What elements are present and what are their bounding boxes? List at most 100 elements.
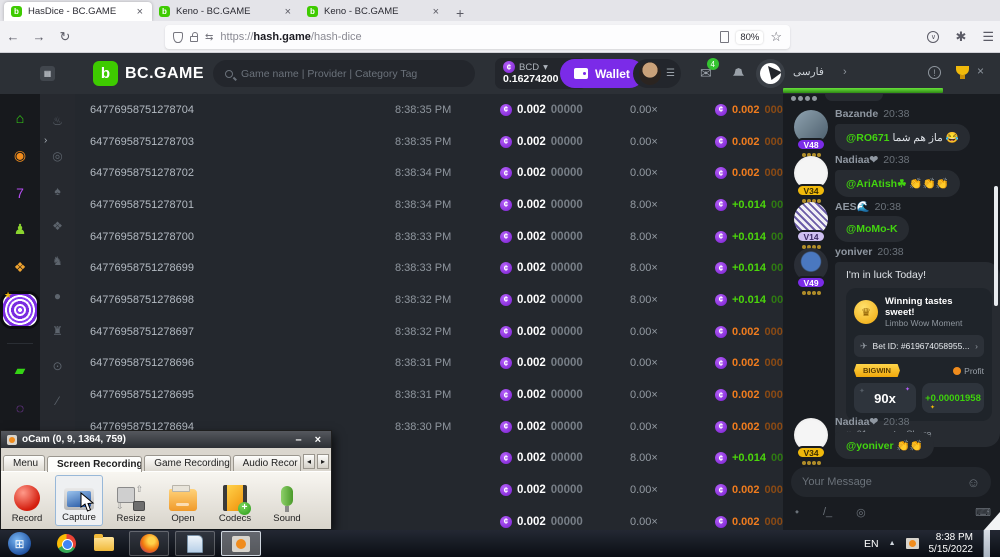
bet-id-pill[interactable]: ✈Bet ID: #619674058955...›: [854, 335, 984, 357]
ocam-resize-button[interactable]: ⇧⇩Resize: [107, 475, 155, 526]
browser-menu-icon[interactable]: ☰: [982, 29, 994, 45]
ocam-record-button[interactable]: Record: [3, 475, 51, 526]
table-row[interactable]: 647769587512786978:38:32 PM¢0.002000000.…: [75, 316, 783, 348]
profile-menu[interactable]: ☰: [633, 59, 681, 88]
tracking-shield-icon[interactable]: [173, 32, 183, 43]
permissions-icon[interactable]: ⇆: [205, 32, 213, 43]
ocam-tab-scroll-right-icon[interactable]: ▸: [317, 454, 329, 469]
ocam-tab-menu[interactable]: Menu: [3, 455, 45, 471]
table-row[interactable]: 647769587512787048:38:35 PM¢0.002000000.…: [75, 94, 783, 126]
chat-mention[interactable]: @yoniver: [846, 440, 897, 452]
category-icon-1[interactable]: ◎: [52, 149, 62, 163]
ocam-sound-button[interactable]: Sound: [263, 475, 311, 526]
dice-bet-icon[interactable]: ⬩: [795, 506, 799, 519]
tray-expand-icon[interactable]: ▲: [889, 540, 896, 547]
sidebar-item-shopping[interactable]: ❖: [9, 257, 31, 277]
messages-button[interactable]: ✉ 4: [700, 65, 712, 83]
language-indicator[interactable]: EN: [864, 538, 879, 550]
table-row[interactable]: 647769587512786988:38:32 PM¢0.002000008.…: [75, 284, 783, 316]
taskbar-notepad-button[interactable]: [175, 531, 215, 556]
ocam-close-button[interactable]: ×: [311, 434, 325, 446]
ocam-tab-screen-recording[interactable]: Screen Recording: [47, 456, 142, 472]
new-tab-button[interactable]: +: [456, 5, 464, 21]
taskbar-explorer-icon[interactable]: [85, 531, 123, 556]
tab-close-icon[interactable]: ×: [135, 6, 145, 18]
bcgame-logo[interactable]: b BC.GAME: [93, 61, 204, 86]
keyboard-icon[interactable]: ⌨: [975, 506, 991, 519]
slash-command-icon[interactable]: /_: [823, 506, 832, 519]
forward-icon[interactable]: →: [26, 29, 52, 44]
table-row[interactable]: 647769587512786968:38:31 PM¢0.002000000.…: [75, 348, 783, 380]
url-bar[interactable]: ⇆ https://hash.game/hash-dice 80% ☆: [165, 25, 790, 49]
ocam-open-button[interactable]: Open: [159, 475, 207, 526]
chat-input[interactable]: ☺: [791, 467, 991, 497]
sidebar-item-ticket[interactable]: ▰: [9, 361, 31, 381]
category-icon-8[interactable]: ⁄: [56, 394, 58, 408]
category-icon-7[interactable]: ⊙: [52, 359, 62, 373]
chat-mention[interactable]: @MoMo-K: [846, 223, 898, 235]
taskbar-ocam-button[interactable]: [221, 531, 261, 556]
chat-close-icon[interactable]: ×: [977, 64, 984, 78]
sidebar-expand-chevron-icon[interactable]: ›: [44, 135, 47, 146]
browser-tab[interactable]: bKeno - BC.GAME×: [152, 2, 300, 21]
table-row[interactable]: 647769587512786998:38:33 PM¢0.002000008.…: [75, 252, 783, 284]
ocam-titlebar[interactable]: oCam (0, 9, 1364, 759) – ×: [1, 431, 331, 448]
tab-close-icon[interactable]: ×: [283, 6, 293, 18]
zoom-level[interactable]: 80%: [736, 31, 763, 44]
sidebar-item-hash-dice[interactable]: [3, 294, 37, 325]
pocket-icon[interactable]: ∨: [927, 31, 939, 43]
show-desktop-button[interactable]: [983, 530, 990, 557]
chat-mention[interactable]: @AriAtish☘: [846, 178, 909, 190]
table-row[interactable]: 647769587512787008:38:33 PM¢0.002000008.…: [75, 221, 783, 253]
chat-scrollbar[interactable]: [994, 186, 998, 306]
browser-tab[interactable]: bKeno - BC.GAME×: [300, 2, 448, 21]
sidebar-item-sports[interactable]: ♟: [9, 220, 31, 240]
category-icon-6[interactable]: ♜: [52, 324, 63, 338]
ocam-tab-game-recording[interactable]: Game Recording: [144, 455, 230, 471]
ocam-capture-button[interactable]: Capture: [55, 475, 103, 526]
ocam-minimize-button[interactable]: –: [291, 434, 305, 446]
table-row[interactable]: 647769587512787038:38:35 PM¢0.002000000.…: [75, 126, 783, 158]
back-icon[interactable]: ←: [0, 29, 26, 44]
category-icon-5[interactable]: ●: [54, 289, 61, 303]
chat-message-field[interactable]: [802, 476, 967, 488]
taskbar-firefox-button[interactable]: [129, 531, 169, 556]
chat-rules-icon[interactable]: !: [928, 66, 941, 79]
browser-tab[interactable]: bHasDice - BC.GAME×: [4, 2, 152, 21]
gif-icon[interactable]: ◎: [856, 506, 866, 519]
search-input[interactable]: [241, 68, 441, 80]
user-avatar[interactable]: [639, 62, 661, 85]
emoji-icon[interactable]: ☺: [967, 475, 980, 490]
category-icon-3[interactable]: ❖: [52, 219, 63, 233]
wallet-button[interactable]: Wallet: [560, 59, 644, 88]
sidebar-toggle-icon[interactable]: ▦: [40, 66, 55, 81]
sidebar-item-bonus[interactable]: ◌: [9, 398, 31, 418]
trophy-icon[interactable]: [956, 66, 969, 75]
reader-mode-icon[interactable]: [720, 31, 729, 43]
tray-ocam-icon[interactable]: [906, 538, 919, 549]
category-icon-0[interactable]: ♨: [52, 114, 63, 128]
bookmark-star-icon[interactable]: ☆: [770, 29, 782, 45]
chat-toggle-button[interactable]: [756, 59, 785, 88]
reload-icon[interactable]: ↻: [52, 29, 78, 45]
table-row[interactable]: 647769587512787018:38:34 PM¢0.002000008.…: [75, 189, 783, 221]
tab-close-icon[interactable]: ×: [431, 6, 441, 18]
sidebar-item-slots[interactable]: 7: [9, 183, 31, 203]
chat-mention[interactable]: @RO671: [846, 132, 892, 144]
category-icon-2[interactable]: ♠: [54, 184, 60, 198]
game-search[interactable]: [213, 60, 475, 87]
taskbar-clock[interactable]: 8:38 PM 5/15/2022: [929, 532, 974, 556]
chat-tab-chevron-icon[interactable]: ›: [843, 66, 847, 78]
ocam-tab-scroll-left-icon[interactable]: ◂: [303, 454, 315, 469]
table-row[interactable]: 647769587512786958:38:31 PM¢0.002000000.…: [75, 379, 783, 411]
notifications-bell-icon[interactable]: [733, 68, 744, 78]
ocam-tab-audio-recor[interactable]: Audio Recor: [233, 455, 301, 471]
lock-icon[interactable]: [190, 36, 198, 42]
table-row[interactable]: 647769587512787028:38:34 PM¢0.002000000.…: [75, 157, 783, 189]
start-button[interactable]: ⊞: [8, 532, 31, 555]
ocam-codecs-button[interactable]: Codecs: [211, 475, 259, 526]
category-icon-4[interactable]: ♞: [52, 254, 63, 268]
chat-language-tab[interactable]: فارسی: [793, 66, 824, 78]
extensions-icon[interactable]: ✱: [955, 29, 966, 45]
sidebar-item-casino[interactable]: ◉: [9, 145, 31, 165]
